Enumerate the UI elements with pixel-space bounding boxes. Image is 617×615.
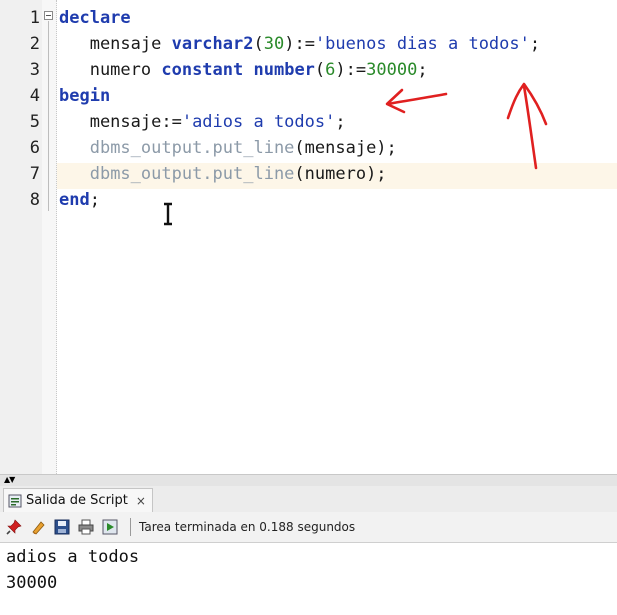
code-token: numero xyxy=(59,60,162,80)
code-token: declare xyxy=(59,8,131,28)
line-number: 4 xyxy=(29,86,40,106)
code-line[interactable]: begin xyxy=(59,83,110,109)
red-arrow-left xyxy=(386,92,448,106)
line-number: 8 xyxy=(29,190,40,210)
toolbar-separator xyxy=(130,518,131,536)
pin-button[interactable] xyxy=(4,517,24,537)
output-line: adios a todos xyxy=(6,547,140,567)
code-token: (mensaje); xyxy=(294,138,397,158)
code-token: mensaje xyxy=(59,34,172,54)
code-token: ; xyxy=(335,112,346,132)
red-arrow-up-head xyxy=(506,82,548,126)
code-token: 30000 xyxy=(366,60,418,80)
code-token: varchar2 xyxy=(171,34,254,54)
eraser-icon xyxy=(32,521,45,535)
print-icon xyxy=(78,519,94,535)
code-line[interactable]: mensaje varchar2(30):='buenos dias a tod… xyxy=(59,31,540,57)
code-token: 6 xyxy=(325,60,336,80)
text-cursor-icon xyxy=(164,202,172,226)
code-token: 30 xyxy=(263,34,285,54)
save-button[interactable] xyxy=(52,517,72,537)
line-number: 6 xyxy=(29,138,40,158)
code-token: dbms_output.put_line xyxy=(89,138,295,158)
fold-range-line xyxy=(48,21,49,211)
tab-script-output[interactable]: Salida de Script × xyxy=(3,488,153,512)
code-token: ; xyxy=(89,190,100,210)
code-token: dbms_output.put_line xyxy=(89,164,295,184)
code-token: (numero); xyxy=(294,164,387,184)
code-token: end xyxy=(59,190,90,210)
code-line[interactable]: dbms_output.put_line(numero); xyxy=(59,161,387,187)
code-token: ):= xyxy=(284,34,315,54)
code-line[interactable]: dbms_output.put_line(mensaje); xyxy=(59,135,397,161)
code-token: begin xyxy=(59,86,111,106)
save-icon xyxy=(54,519,70,535)
code-token: ; xyxy=(529,34,541,54)
output-line: 30000 xyxy=(6,573,58,593)
output-tab-bar: Salida de Script × xyxy=(0,486,617,513)
code-line[interactable]: mensaje:='adios a todos'; xyxy=(59,109,346,135)
code-token: 'adios a todos' xyxy=(181,112,336,132)
code-token: mensaje:= xyxy=(59,112,182,132)
print-button[interactable] xyxy=(76,517,96,537)
code-token: ( xyxy=(314,60,326,80)
line-number: 1 xyxy=(29,8,40,28)
tab-label: Salida de Script xyxy=(26,493,128,508)
run-script-button[interactable] xyxy=(100,517,120,537)
red-arrow-up xyxy=(522,84,538,170)
fold-gutter xyxy=(42,0,57,474)
script-output-area[interactable]: adios a todos 30000 xyxy=(0,543,617,615)
status-text: Tarea terminada en 0.188 segundos xyxy=(139,520,356,534)
code-token: ; xyxy=(417,60,428,80)
splitter-arrows-icon[interactable]: ▲▼ xyxy=(4,475,15,484)
close-icon[interactable]: × xyxy=(136,494,146,508)
fold-collapse-icon[interactable] xyxy=(44,11,53,20)
code-line[interactable]: end; xyxy=(59,187,100,213)
code-token: ( xyxy=(253,34,264,54)
line-number: 2 xyxy=(29,34,40,54)
run-script-icon xyxy=(102,519,118,535)
output-toolbar: Tarea terminada en 0.188 segundos xyxy=(0,512,617,543)
code-token: constant xyxy=(161,60,244,80)
line-number: 3 xyxy=(29,60,40,80)
code-line[interactable]: declare xyxy=(59,5,131,31)
line-number: 5 xyxy=(29,112,40,132)
code-token: ):= xyxy=(335,60,367,80)
code-editor[interactable]: 1 2 3 4 5 6 7 8 declare mensaje varchar2… xyxy=(0,0,617,474)
pin-icon xyxy=(6,519,22,535)
code-token: number xyxy=(253,60,315,80)
line-number: 7 xyxy=(29,164,40,184)
code-token: 'buenos dias a todos' xyxy=(314,34,530,54)
script-output-icon xyxy=(8,494,22,507)
red-arrow-left-head xyxy=(385,88,406,114)
code-line[interactable]: numero constant number(6):=30000; xyxy=(59,57,428,83)
clear-button[interactable] xyxy=(28,517,48,537)
